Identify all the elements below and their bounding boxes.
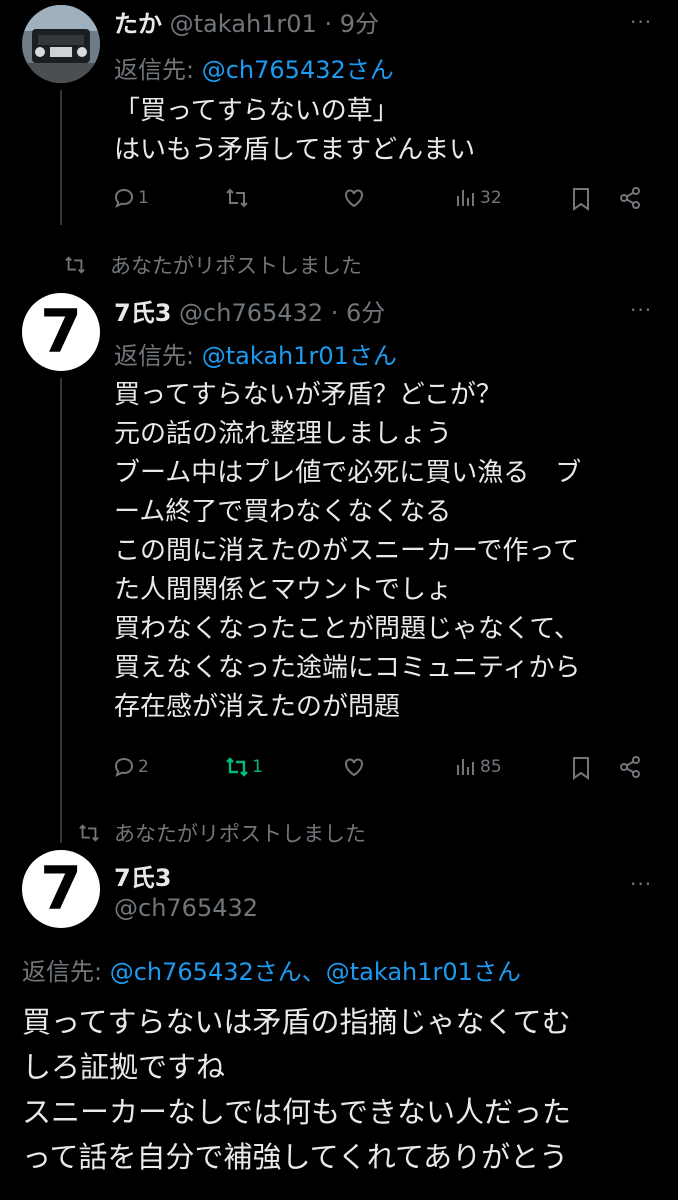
reply-prefix: 返信先: [114,342,195,370]
reply-button[interactable]: 2 [112,755,149,779]
reply-prefix: 返信先: [114,56,195,84]
bookmark-button[interactable] [570,186,592,212]
heart-icon [345,189,363,208]
thread-connector [60,90,62,225]
reply-icon [114,757,134,777]
avatar-glyph: 7 [40,297,82,367]
bookmark-button[interactable] [570,755,592,781]
display-name[interactable]: 7氏3 [114,858,171,893]
avatar-glyph: 7 [40,854,82,924]
text-line: この間に消えたのがスニーカーで作って [114,536,580,566]
text-line: って話を自分で補強してくれてありがとう [22,1140,569,1174]
retweet-icon [79,824,99,842]
text-line: スニーカーなしでは何もできない人だった [22,1095,571,1129]
retweet-icon [65,256,85,274]
view-count: 85 [480,757,502,777]
text-line: ブーム中はプレ値で必死に買い漁る ブ [114,458,582,488]
bookmark-icon [573,188,589,211]
like-button[interactable] [342,755,366,779]
avatar[interactable] [22,5,100,83]
reply-button[interactable]: 1 [112,186,149,210]
tweet-header: たか @takah1r01 · 9分 [114,4,379,39]
tweet-text: 買ってすらないが矛盾？どこが？ 元の話の流れ整理しましょう ブーム中はプレ値で必… [114,376,581,727]
retweet-icon [226,188,248,208]
text-line: 買えなくなった途端にコミュニティから [114,653,581,683]
retweet-button[interactable] [224,186,250,210]
repost-label: あなたがリポストしました [110,254,362,278]
user-handle[interactable]: @ch765432 [179,299,323,327]
repost-indicator: あなたがリポストしました [62,250,362,280]
reply-count: 1 [138,188,149,208]
more-options-icon[interactable]: ··· [630,872,652,896]
like-button[interactable] [342,186,366,210]
reply-context: 返信先: @takah1r01さん [114,336,397,371]
text-line: 元の話の流れ整理しましょう [114,419,453,449]
reply-mention[interactable]: @ch765432さん [202,56,394,84]
user-handle[interactable]: @ch765432 [114,894,258,922]
retweet-button[interactable]: 1 [224,755,263,779]
repost-label: あなたがリポストしました [114,822,366,846]
avatar[interactable]: 7 [22,850,100,928]
text-line: 買わなくなったことが問題じゃなくて、 [114,614,580,644]
retweet-count: 1 [252,757,263,777]
more-options-icon[interactable]: ··· [630,10,652,34]
text-line: ーム終了で買わなくなくなる [114,497,452,527]
display-name[interactable]: 7氏3 [114,299,171,327]
text-line: 買ってすらないが矛盾？どこが？ [114,380,502,410]
bookmark-icon [573,757,589,780]
text-line: た人間関係とマウントでしょ [114,575,453,605]
reply-context: 返信先: @ch765432さん、@takah1r01さん [22,952,521,987]
thread-connector [60,378,62,843]
tweet-header: 7氏3 @ch765432 · 6分 [114,293,385,328]
share-icon [620,187,640,209]
share-icon [620,756,640,778]
tweet-text: 買ってすらないは矛盾の指摘じゃなくてむ しろ証拠ですね スニーカーなしでは何もで… [22,1000,571,1180]
reply-icon [114,188,134,208]
reply-count: 2 [138,757,149,777]
text-line: 「買ってすらないの草」 [114,96,399,126]
car-photo-icon [22,5,100,83]
repost-indicator: あなたがリポストしました [76,818,366,848]
display-name[interactable]: たか [114,10,162,38]
share-button[interactable] [618,186,642,210]
views-button[interactable]: 32 [454,186,502,210]
share-button[interactable] [618,755,642,779]
views-button[interactable]: 85 [454,755,502,779]
text-line: はいもう矛盾してますどんまい [114,135,476,165]
text-line: 買ってすらないは矛盾の指摘じゃなくてむ [22,1005,571,1039]
tweet-text: 「買ってすらないの草」 はいもう矛盾してますどんまい [114,92,475,170]
heart-icon [345,758,363,777]
text-line: 存在感が消えたのが問題 [114,692,401,722]
analytics-icon [457,759,474,775]
user-handle[interactable]: @takah1r01 [170,10,317,38]
timestamp[interactable]: · 6分 [331,299,386,327]
reply-mention[interactable]: @ch765432さん、@takah1r01さん [110,958,521,986]
timestamp[interactable]: · 9分 [324,10,379,38]
more-options-icon[interactable]: ··· [630,298,652,322]
text-line: しろ証拠ですね [22,1050,226,1084]
reply-mention[interactable]: @takah1r01さん [202,342,397,370]
reply-prefix: 返信先: [22,958,103,986]
avatar[interactable]: 7 [22,293,100,371]
view-count: 32 [480,188,502,208]
reply-context: 返信先: @ch765432さん [114,50,394,85]
analytics-icon [457,190,474,206]
retweet-icon [226,757,248,777]
